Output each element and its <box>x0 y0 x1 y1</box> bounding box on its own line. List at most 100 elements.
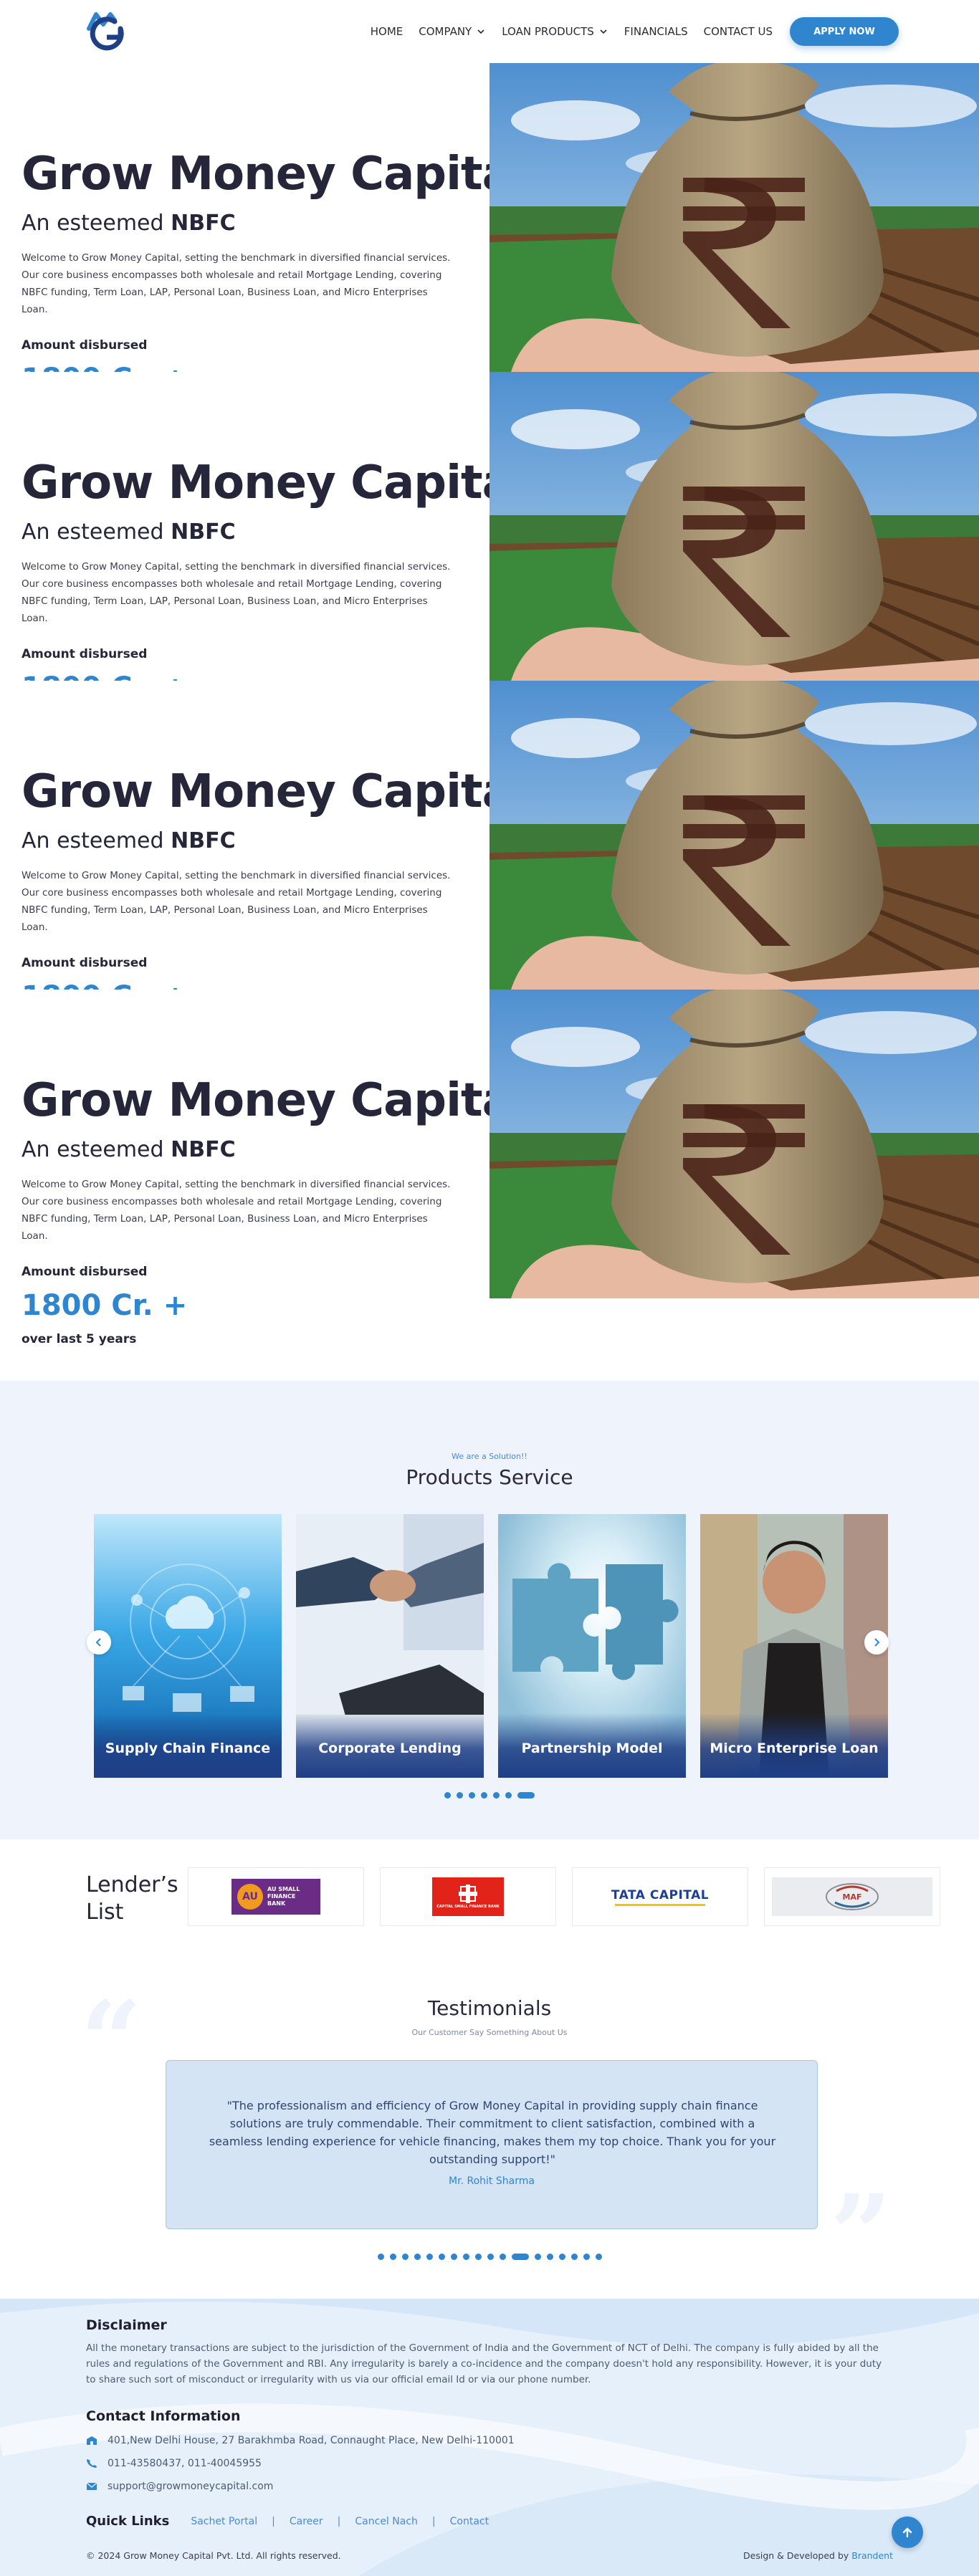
hero-subtitle: An esteemed NBFC <box>22 519 236 545</box>
nav-item-contact-us[interactable]: CONTACT US <box>704 25 773 38</box>
hero-subtitle: An esteemed NBFC <box>22 1137 236 1162</box>
chevron-left-icon <box>95 1638 101 1647</box>
testimonial-dot[interactable] <box>401 2254 409 2260</box>
tata-text: TATA CAPITAL <box>611 1887 710 1902</box>
main-nav: HOME COMPANY LOAN PRODUCTS FINANCIALS CONTAC… <box>371 0 979 63</box>
quick-link-career[interactable]: Career <box>290 2516 323 2527</box>
hero-title: Grow Money Capital <box>22 148 528 201</box>
hero-image-panel <box>490 681 979 990</box>
carousel-dot[interactable] <box>517 1792 535 1799</box>
capital-small-finance-bank-logo: CAPITAL SMALL FINANCE BANK <box>432 1877 504 1916</box>
nav-item-loan-products[interactable]: LOAN PRODUCTS <box>502 25 608 38</box>
credit-link[interactable]: Brandent <box>851 2550 893 2561</box>
testimonial-dot[interactable] <box>558 2254 565 2260</box>
capital-emblem-icon <box>459 1885 477 1903</box>
scroll-to-top-button[interactable] <box>892 2517 923 2548</box>
tata-capital-logo: TATA CAPITAL <box>611 1888 709 1906</box>
contact-email-text: support@growmoneycapital.com <box>108 2481 274 2492</box>
chevron-down-icon <box>477 29 484 34</box>
testimonial-dot[interactable] <box>546 2254 553 2260</box>
testimonial-dot[interactable] <box>487 2254 494 2260</box>
nav-item-company[interactable]: COMPANY <box>419 25 486 38</box>
testimonial-dot[interactable] <box>570 2254 578 2260</box>
developer-credit: Design & Developed by Brandent <box>743 2550 893 2561</box>
testimonial-dot[interactable] <box>389 2254 396 2260</box>
phone-icon <box>87 2459 97 2468</box>
product-card-micro-enterprise[interactable]: Micro Enterprise Loan <box>700 1514 888 1778</box>
product-card-supply-chain[interactable]: Supply Chain Finance <box>94 1514 282 1778</box>
testimonial-dot[interactable] <box>377 2254 384 2260</box>
hero-subtitle-prefix: An esteemed <box>22 828 171 853</box>
testimonial-author: Mr. Rohit Sharma <box>449 2175 535 2187</box>
testimonial-dot[interactable] <box>450 2254 457 2260</box>
quick-link-separator: | <box>272 2515 275 2527</box>
carousel-dot[interactable] <box>444 1792 451 1799</box>
hero-text-panel: Grow Money Capital An esteemed NBFC Welc… <box>0 372 528 729</box>
testimonial-dot[interactable] <box>583 2254 590 2260</box>
arrow-up-icon <box>902 2527 912 2538</box>
hero-subtitle: An esteemed NBFC <box>22 211 236 236</box>
card-label: Corporate Lending <box>296 1713 484 1778</box>
hero-slide: Grow Money Capital An esteemed NBFC Welc… <box>0 63 979 420</box>
testimonial-dot[interactable] <box>414 2254 421 2260</box>
testimonial-dot[interactable] <box>438 2254 445 2260</box>
au-mark: AU <box>237 1884 263 1910</box>
carousel-prev-button[interactable] <box>87 1630 111 1655</box>
tata-underline <box>615 1903 705 1906</box>
money-bag-image <box>490 372 979 681</box>
hero-image-panel <box>490 372 979 681</box>
apply-now-button[interactable]: APPLY NOW <box>790 17 899 46</box>
carousel-dot[interactable] <box>481 1792 487 1799</box>
au-text: AU SMALL FINANCE BANK <box>267 1886 300 1907</box>
capital-text: CAPITAL SMALL FINANCE BANK <box>436 1905 500 1909</box>
contact-phone[interactable]: 011-43580437, 011-40045955 <box>86 2458 262 2469</box>
amount-disbursed-label: Amount disbursed <box>22 1265 148 1279</box>
nav-item-home[interactable]: HOME <box>371 25 403 38</box>
contact-address-text: 401,New Delhi House, 27 Barakhmba Road, … <box>108 2435 515 2446</box>
testimonial-dot[interactable] <box>474 2254 482 2260</box>
grow-money-logo[interactable] <box>83 7 130 54</box>
lender-capital-bank[interactable]: CAPITAL SMALL FINANCE BANK <box>380 1867 556 1926</box>
hero-subtitle-bold: NBFC <box>171 519 236 545</box>
product-card-corporate-lending[interactable]: Corporate Lending <box>296 1514 484 1778</box>
amount-disbursed-label: Amount disbursed <box>22 338 148 353</box>
credit-prefix: Design & Developed by <box>743 2550 852 2561</box>
carousel-dot[interactable] <box>457 1792 463 1799</box>
amount-disbursed-label: Amount disbursed <box>22 956 148 970</box>
building-icon <box>87 2436 97 2445</box>
testimonial-dot[interactable] <box>499 2254 506 2260</box>
product-card-partnership-model[interactable]: Partnership Model <box>498 1514 686 1778</box>
contact-email[interactable]: support@growmoneycapital.com <box>86 2481 273 2492</box>
testimonial-dot[interactable] <box>534 2254 541 2260</box>
quick-link-contact[interactable]: Contact <box>450 2516 489 2527</box>
quick-link-separator: | <box>431 2515 436 2527</box>
chevron-right-icon <box>874 1638 880 1647</box>
testimonial-dot[interactable] <box>462 2254 469 2260</box>
quick-link-sachet-portal[interactable]: Sachet Portal <box>191 2516 257 2527</box>
carousel-dot[interactable] <box>493 1792 500 1799</box>
card-label: Supply Chain Finance <box>94 1713 282 1778</box>
testimonial-dot[interactable] <box>595 2254 602 2260</box>
hero-slide: Grow Money Capital An esteemed NBFC Welc… <box>0 681 979 1038</box>
testimonials-carousel-dots <box>0 2254 979 2260</box>
hero-text-panel: Grow Money Capital An esteemed NBFC Welc… <box>0 990 528 1346</box>
carousel-dot[interactable] <box>469 1792 475 1799</box>
lender-tata-capital[interactable]: TATA CAPITAL <box>572 1867 748 1926</box>
hero-subtitle: An esteemed NBFC <box>22 828 236 853</box>
contact-address: 401,New Delhi House, 27 Barakhmba Road, … <box>86 2435 515 2446</box>
quote-close-icon: ” <box>830 2171 892 2297</box>
quick-link-cancel-nach[interactable]: Cancel Nach <box>355 2516 418 2527</box>
lender-maf[interactable]: MAF <box>764 1867 940 1926</box>
contact-phone-text: 011-43580437, 011-40045955 <box>108 2458 262 2469</box>
carousel-dot[interactable] <box>505 1792 512 1799</box>
lender-au-bank[interactable]: AU AU SMALL FINANCE BANK <box>188 1867 364 1926</box>
testimonials-subtitle: Our Customer Say Something About Us <box>411 2028 568 2037</box>
maf-text: MAF <box>842 1892 862 1902</box>
testimonial-dot[interactable] <box>511 2254 529 2260</box>
testimonial-dot[interactable] <box>426 2254 433 2260</box>
nav-item-label: CONTACT US <box>703 25 773 38</box>
hero-subtitle-prefix: An esteemed <box>22 211 171 236</box>
testimonials-section: “ ” Testimonials Our Customer Say Someth… <box>0 1963 979 2300</box>
carousel-next-button[interactable] <box>864 1630 889 1655</box>
nav-item-financials[interactable]: FINANCIALS <box>624 25 688 38</box>
